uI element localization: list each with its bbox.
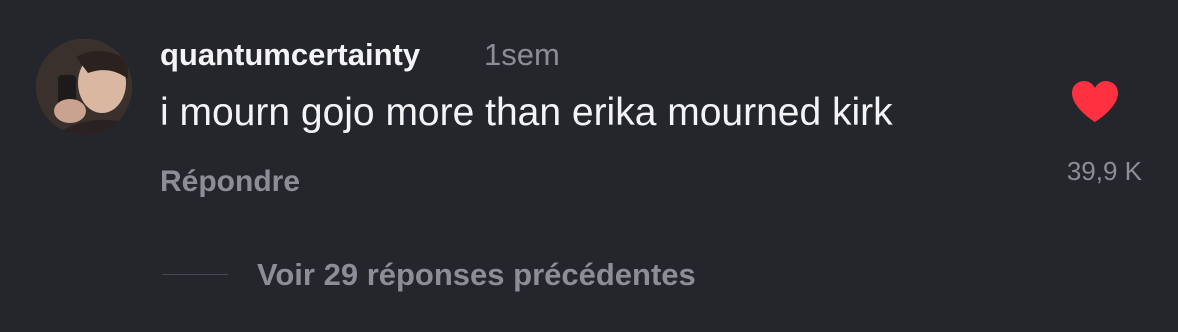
like-button[interactable] [1070,80,1120,124]
heart-icon [1072,81,1118,122]
username[interactable]: quantumcertainty [160,37,420,73]
timestamp: 1sem [484,37,560,72]
avatar-photo-icon [36,39,132,135]
comment-text: i mourn gojo more than erika mourned kir… [160,91,893,134]
view-replies-button[interactable]: Voir 29 réponses précédentes [257,257,696,293]
replies-divider [162,274,228,275]
like-count: 39,9 K [1066,156,1142,186]
reply-button[interactable]: Répondre [160,165,300,199]
avatar[interactable] [36,39,132,135]
